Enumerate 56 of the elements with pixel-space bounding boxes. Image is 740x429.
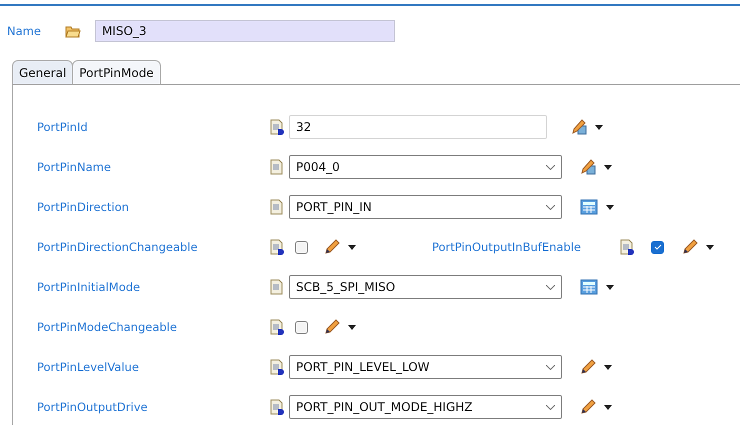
folder-icon [64,24,81,38]
checkbox[interactable] [295,240,308,254]
tab[interactable]: General [12,60,74,84]
value-dropdown[interactable]: P004_0 [289,155,562,179]
value-dropdown[interactable]: PORT_PIN_LEVEL_LOW [289,355,562,379]
pencil-icon[interactable] [324,239,340,255]
value-dropdown[interactable]: SCB_5_SPI_MISO [289,275,562,299]
parameter-icon [269,399,285,415]
dropdown-chevron-icon[interactable] [546,164,555,170]
parameter-label: PortPinOutputDrive [37,400,149,414]
parameter-label: PortPinOutputInBufEnable [432,240,581,254]
checkbox[interactable] [651,240,664,254]
parameter-label: PortPinModeChangeable [37,320,178,334]
value-dropdown[interactable]: PORT_PIN_IN [289,195,562,219]
pencil-icon[interactable] [682,239,698,255]
parameter-icon [269,159,285,175]
caret-icon[interactable] [604,164,612,170]
pencil-icon[interactable] [580,359,596,375]
calculator-icon[interactable] [580,279,598,295]
caret-icon[interactable] [606,204,614,210]
parameter-label: PortPinId [37,120,89,134]
check-icon [654,244,662,250]
name-field[interactable]: MISO_3 [94,20,395,42]
parameter-label: PortPinDirection [37,200,130,214]
dropdown-chevron-icon[interactable] [546,284,555,290]
parameter-icon [269,279,285,295]
pencil-icon[interactable] [580,399,596,415]
caret-icon[interactable] [604,364,612,370]
caret-icon[interactable] [706,244,714,250]
calculator-icon[interactable] [580,199,598,215]
pencil-calculator-icon[interactable] [580,159,596,175]
tab[interactable]: PortPinMode [72,60,161,84]
caret-icon[interactable] [348,244,356,250]
value-dropdown[interactable]: PORT_PIN_OUT_MODE_HIGHZ [289,395,562,419]
parameter-icon [619,239,635,255]
parameter-label: PortPinInitialMode [37,280,142,294]
caret-icon[interactable] [348,324,356,330]
parameter-label: PortPinDirectionChangeable [37,240,199,254]
checkbox[interactable] [295,320,308,334]
dropdown-chevron-icon[interactable] [546,404,555,410]
dropdown-chevron-icon[interactable] [546,204,555,210]
caret-icon[interactable] [606,284,614,290]
parameter-icon [269,119,285,135]
pencil-calculator-icon[interactable] [571,119,587,135]
parameter-icon [269,319,285,335]
pencil-icon[interactable] [324,319,340,335]
value-field[interactable]: 32 [289,115,547,139]
parameter-icon [269,239,285,255]
caret-icon[interactable] [604,404,612,410]
parameter-label: PortPinLevelValue [37,360,140,374]
caret-icon[interactable] [595,124,603,130]
parameter-label: PortPinName [37,160,112,174]
parameter-icon [269,359,285,375]
name-label: Name [7,24,41,38]
parameter-icon [269,199,285,215]
dropdown-chevron-icon[interactable] [546,364,555,370]
